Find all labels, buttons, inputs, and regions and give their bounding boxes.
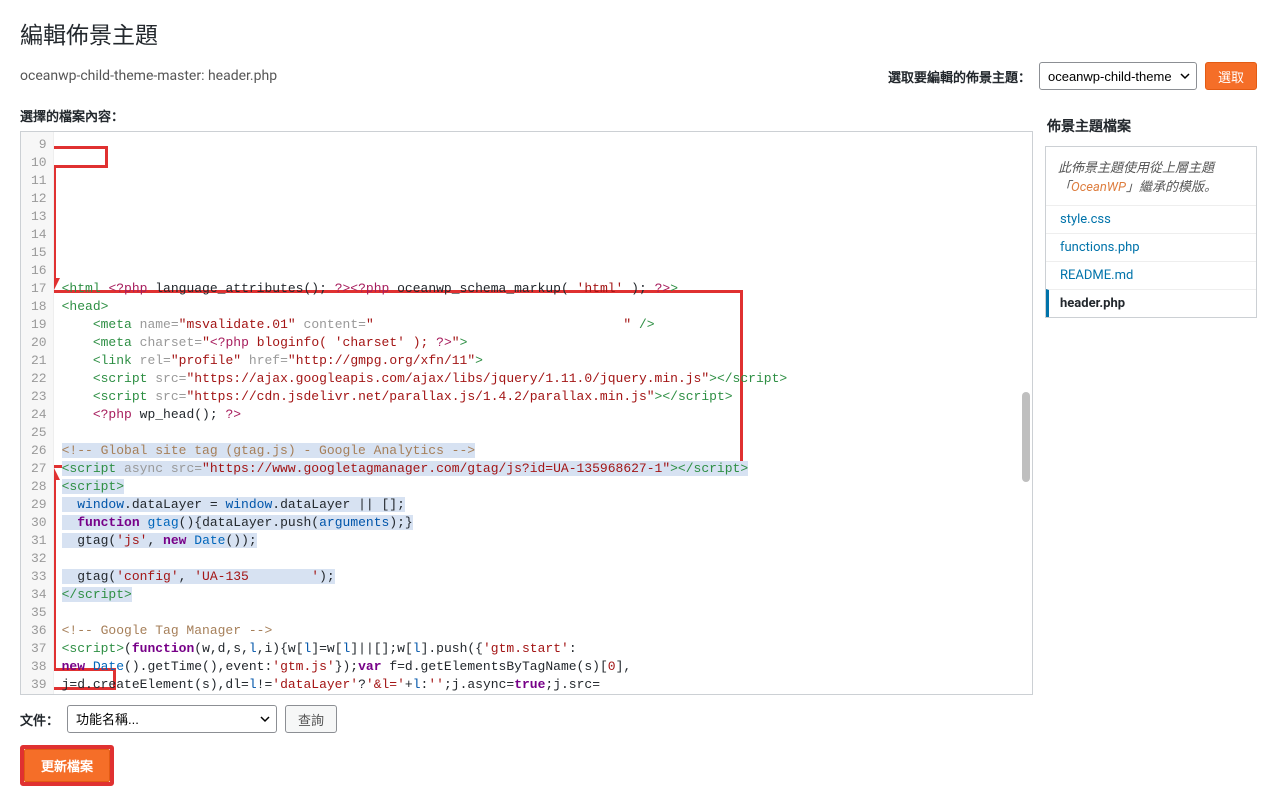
annotation-box-head-open [54,146,108,168]
code-line[interactable] [62,550,1024,568]
line-number: 14 [31,226,47,244]
arrow-down-icon [54,168,62,290]
line-number: 25 [31,424,47,442]
line-number: 37 [31,640,47,658]
line-number: 30 [31,514,47,532]
update-file-button[interactable]: 更新檔案 [24,749,110,782]
code-line[interactable]: function gtag(){dataLayer.push(arguments… [62,514,1024,532]
current-file-label: oceanwp-child-theme-master: header.php [20,68,277,84]
parent-theme-link[interactable]: OceanWP [1071,180,1126,195]
page-title: 編輯佈景主題 [20,16,1257,50]
line-gutter: 9101112131415161718192021222324252627282… [21,132,54,694]
lookup-button[interactable]: 查詢 [285,705,337,733]
code-line[interactable]: <script async src="https://www.googletag… [62,460,1024,478]
theme-files-sidebar: 此佈景主題使用從上層主題「OceanWP」繼承的模版。 style.cssfun… [1045,146,1257,318]
code-content[interactable]: <html <?php language_attributes(); ?><?p… [54,132,1032,694]
line-number: 22 [31,370,47,388]
line-number: 15 [31,244,47,262]
code-line[interactable]: gtag('config', 'UA-135 '); [62,568,1024,586]
doc-function-select[interactable]: 功能名稱... [67,705,277,733]
code-line[interactable]: <script>(function(w,d,s,l,i){w[l]=w[l]||… [62,640,1024,658]
selected-file-label: 選擇的檔案內容： [20,106,1033,125]
code-line[interactable]: new Date().getTime(),event:'gtm.js'});va… [62,658,1024,676]
doc-label: 文件： [20,710,59,729]
line-number: 35 [31,604,47,622]
theme-select-group: 選取要編輯的佈景主題： oceanwp-child-theme 選取 [888,62,1257,90]
file-tree-item[interactable]: header.php [1046,289,1256,317]
line-number: 21 [31,352,47,370]
line-number: 10 [31,154,47,172]
line-number: 28 [31,478,47,496]
file-tree-item[interactable]: README.md [1046,261,1256,289]
line-number: 18 [31,298,47,316]
line-number: 13 [31,208,47,226]
code-line[interactable]: j=d.createElement(s),dl=l!='dataLayer'?'… [62,676,1024,694]
code-line[interactable]: gtag('js', new Date()); [62,532,1024,550]
line-number: 17 [31,280,47,298]
line-number: 12 [31,190,47,208]
line-number: 26 [31,442,47,460]
line-number: 16 [31,262,47,280]
line-number: 32 [31,550,47,568]
select-theme-button[interactable]: 選取 [1205,62,1257,90]
line-number: 33 [31,568,47,586]
code-line[interactable]: <script src="https://ajax.googleapis.com… [62,370,1024,388]
file-info-row: oceanwp-child-theme-master: header.php 選… [20,62,1257,90]
doc-lookup-row: 文件： 功能名稱... 查詢 [20,705,1033,733]
arrow-up-icon [54,468,62,668]
code-line[interactable]: <meta charset="<?php bloginfo( 'charset'… [62,334,1024,352]
code-line[interactable]: <script> [62,478,1024,496]
line-number: 29 [31,496,47,514]
line-number: 39 [31,676,47,694]
line-number: 19 [31,316,47,334]
line-number: 20 [31,334,47,352]
scrollbar-thumb[interactable] [1022,392,1030,482]
theme-select-label: 選取要編輯的佈景主題： [888,67,1031,86]
code-line[interactable]: </script> [62,586,1024,604]
code-line[interactable]: <meta name="msvalidate.01" content=" " /… [62,316,1024,334]
file-tree: style.cssfunctions.phpREADME.mdheader.ph… [1046,205,1256,317]
line-number: 34 [31,586,47,604]
theme-select[interactable]: oceanwp-child-theme [1039,62,1197,90]
line-number: 11 [31,172,47,190]
line-number: 23 [31,388,47,406]
line-number: 24 [31,406,47,424]
line-number: 31 [31,532,47,550]
code-line[interactable]: <head> [62,298,1024,316]
sidebar-title: 佈景主題檔案 [1045,106,1257,146]
line-number: 36 [31,622,47,640]
file-tree-item[interactable]: functions.php [1046,233,1256,261]
file-tree-item[interactable]: style.css [1046,205,1256,233]
code-line[interactable] [62,604,1024,622]
code-editor[interactable]: 9101112131415161718192021222324252627282… [20,131,1033,695]
annotation-box-update: 更新檔案 [20,745,114,786]
code-line[interactable]: <?php wp_head(); ?> [62,406,1024,424]
code-line[interactable]: <html <?php language_attributes(); ?><?p… [62,280,1024,298]
code-line[interactable]: <!-- Google Tag Manager --> [62,622,1024,640]
code-line[interactable]: <script src="https://cdn.jsdelivr.net/pa… [62,388,1024,406]
line-number: 9 [31,136,47,154]
code-line[interactable]: <!-- Global site tag (gtag.js) - Google … [62,442,1024,460]
line-number: 27 [31,460,47,478]
code-line[interactable] [62,424,1024,442]
code-line[interactable]: window.dataLayer = window.dataLayer || [… [62,496,1024,514]
code-line[interactable]: <link rel="profile" href="http://gmpg.or… [62,352,1024,370]
line-number: 38 [31,658,47,676]
sidebar-inherit-message: 此佈景主題使用從上層主題「OceanWP」繼承的模版。 [1046,147,1256,205]
